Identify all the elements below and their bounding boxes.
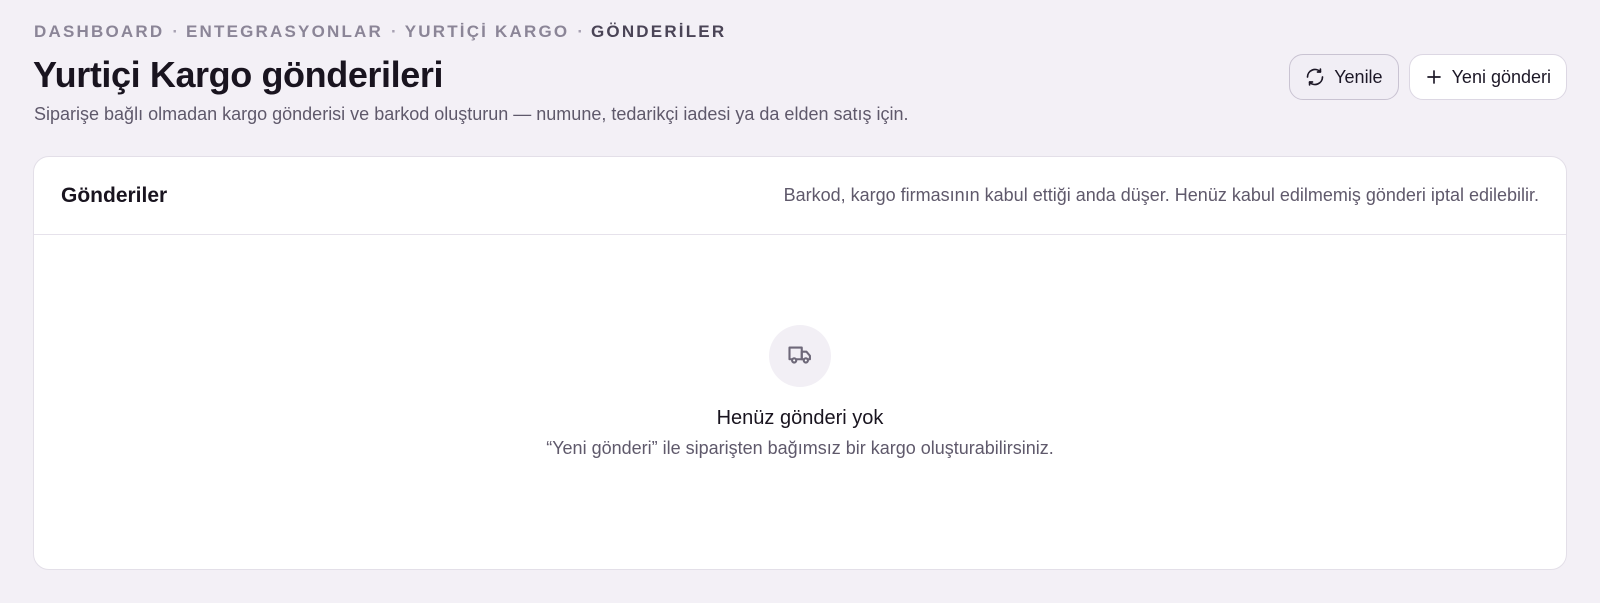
new-shipment-button-label: Yeni gönderi — [1451, 66, 1551, 87]
breadcrumb-separator: · — [172, 22, 178, 41]
breadcrumb-separator: · — [391, 22, 397, 41]
empty-state-icon-circle — [769, 325, 831, 387]
shipments-card: Gönderiler Barkod, kargo firmasının kabu… — [33, 156, 1567, 570]
new-shipment-button[interactable]: Yeni gönderi — [1408, 54, 1567, 100]
breadcrumb-item-shipments: GÖNDERİLER — [590, 22, 727, 41]
plus-icon — [1425, 68, 1443, 86]
refresh-button[interactable]: Yenile — [1289, 54, 1399, 100]
refresh-icon — [1305, 67, 1325, 87]
page-subtitle: Siparişe bağlı olmadan kargo gönderisi v… — [34, 104, 909, 124]
refresh-button-label: Yenile — [1334, 66, 1383, 87]
empty-state-description: “Yeni gönderi” ile siparişten bağımsız b… — [546, 438, 1054, 458]
breadcrumb-item-yurtici-kargo[interactable]: YURTİÇİ KARGO — [405, 22, 570, 42]
breadcrumb-item-dashboard[interactable]: DASHBOARD — [34, 22, 164, 42]
breadcrumb-separator: · — [577, 22, 583, 41]
empty-state-title: Henüz gönderi yok — [716, 407, 884, 429]
empty-state: Henüz gönderi yok “Yeni gönderi” ile sip… — [34, 325, 1566, 459]
truck-icon — [786, 340, 814, 373]
shipments-card-title: Gönderiler — [61, 183, 168, 207]
shipments-card-header: Gönderiler Barkod, kargo firmasının kabu… — [34, 157, 1566, 235]
header-actions: Yenile Yeni gönderi — [1289, 54, 1567, 100]
page-title: Yurtiçi Kargo gönderileri — [33, 54, 444, 95]
breadcrumb-item-integrations[interactable]: ENTEGRASYONLAR — [186, 22, 383, 42]
breadcrumb: DASHBOARD · ENTEGRASYONLAR · YURTİÇİ KAR… — [34, 22, 726, 42]
shipments-card-note: Barkod, kargo firmasının kabul ettiği an… — [783, 185, 1539, 205]
